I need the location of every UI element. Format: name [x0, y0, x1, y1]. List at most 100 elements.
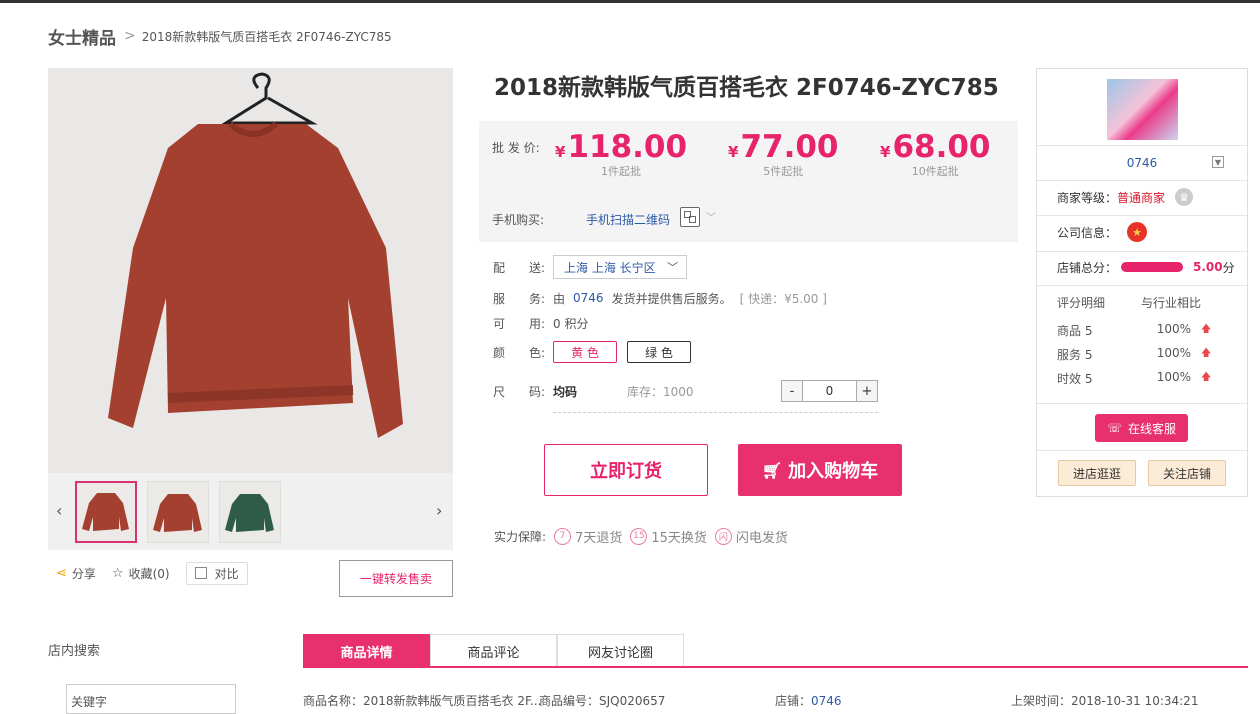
- guarantee-fast-shipping: 闪 闪电发货: [714, 527, 788, 546]
- price-amount: 77.00: [740, 129, 839, 165]
- chevron-left-icon[interactable]: ‹: [56, 501, 62, 520]
- license-seal-icon[interactable]: ★: [1127, 222, 1148, 242]
- dropdown-arrow-icon[interactable]: ▼: [1212, 156, 1224, 168]
- credit-label: 可 用:: [493, 316, 546, 331]
- chevron-right-icon[interactable]: ›: [436, 501, 442, 520]
- rating-score: 5: [1084, 348, 1093, 362]
- rating-name: 服务: [1057, 348, 1082, 362]
- guarantee-text: 闪电发货: [735, 530, 788, 546]
- size-value[interactable]: 均码: [553, 383, 627, 400]
- guarantee-text: 15天换货: [651, 530, 707, 546]
- rating-detail-header: 评分明细: [1057, 296, 1106, 310]
- level-value: 普通商家: [1117, 190, 1166, 205]
- guarantee-row: 实力保障: 7 7天退货 15 15天换货 闪 闪电发货: [494, 526, 788, 546]
- detail-list-time: 上架时间：2018-10-31 10:34:21: [1011, 694, 1199, 708]
- share-icon: ⋖: [56, 565, 67, 581]
- service-text: 发货并提供售后服务。: [611, 291, 732, 306]
- breadcrumb-product: 2018新款韩版气质百搭毛衣 2F0746-ZYC785: [141, 29, 392, 44]
- chevron-down-icon[interactable]: ﹀: [706, 209, 716, 224]
- divider: [553, 412, 878, 413]
- thumbnail-strip: ‹ ›: [48, 473, 453, 550]
- rating-percent: 100%: [1156, 370, 1191, 384]
- keyword-input[interactable]: 关键字: [66, 684, 236, 714]
- rating-percent: 100%: [1156, 346, 1191, 360]
- visit-shop-button[interactable]: 进店逛逛: [1058, 460, 1136, 486]
- shop-search-title: 店内搜索: [48, 644, 101, 659]
- currency-symbol: ¥: [728, 143, 739, 161]
- thumbnail-1[interactable]: [75, 481, 137, 543]
- divider: [1037, 450, 1247, 451]
- exchange-icon: 15: [630, 527, 648, 545]
- mobile-buy-label: 手机购买:: [492, 213, 545, 227]
- shipping-label: 配 送:: [493, 260, 546, 275]
- price-tier-3: ¥68.00 10件起批: [880, 129, 991, 179]
- color-option-green[interactable]: 绿 色: [627, 341, 691, 363]
- divider: [1037, 215, 1247, 216]
- quantity-plus-button[interactable]: +: [857, 381, 877, 401]
- company-label: 公司信息：: [1057, 225, 1118, 240]
- detail-tabs: 商品详情 商品评论 网友讨论圈: [303, 634, 684, 667]
- add-to-cart-label: 加入购物车: [788, 461, 879, 482]
- currency-symbol: ¥: [555, 143, 566, 161]
- shop-level-row: 商家等级： 普通商家 ♛: [1057, 187, 1194, 207]
- shipping-row: 配 送: 上海 上海 长宁区 ﹀: [493, 255, 687, 279]
- shop-score-row: 店铺总分： 5.00 分: [1057, 257, 1235, 277]
- guarantee-text: 7天退货: [575, 530, 623, 546]
- color-option-yellow[interactable]: 黄 色: [553, 341, 617, 363]
- lightning-icon: 闪: [714, 527, 732, 545]
- quantity-stepper: - 0 +: [781, 380, 878, 402]
- score-label: 店铺总分：: [1057, 260, 1118, 275]
- compare-checkbox[interactable]: 对比: [185, 561, 248, 585]
- tab-discussion[interactable]: 网友讨论圈: [557, 634, 684, 667]
- rating-name: 商品: [1057, 324, 1082, 338]
- gallery-actions: ⋖ 分享 ☆ 收藏(0) 对比: [56, 561, 248, 585]
- price-amount: 68.00: [892, 129, 991, 165]
- credit-value: 0 积分: [553, 316, 589, 331]
- express-fee: [ 快递：¥5.00 ]: [739, 291, 827, 306]
- service-row: 服 务: 由 0746 发货并提供售后服务。 [ 快递：¥5.00 ]: [493, 288, 827, 308]
- color-row: 颜 色: 黄 色 绿 色: [493, 340, 701, 364]
- follow-shop-button[interactable]: 关注店铺: [1148, 460, 1226, 486]
- online-service-button[interactable]: ☏ 在线客服: [1095, 414, 1188, 442]
- service-shop-link[interactable]: 0746: [573, 291, 604, 305]
- share-button[interactable]: ⋖ 分享: [56, 565, 96, 582]
- rating-percent: 100%: [1156, 322, 1191, 336]
- quantity-minus-button[interactable]: -: [782, 381, 802, 401]
- chevron-down-icon: ﹀: [667, 261, 678, 274]
- price-tier-1: ¥118.00 1件起批: [555, 129, 687, 179]
- qr-code-icon[interactable]: [680, 207, 700, 227]
- industry-compare-header: 与行业相比: [1141, 296, 1202, 310]
- checkbox-icon: [194, 567, 207, 579]
- add-to-cart-button[interactable]: 🛒︎ 加入购物车: [738, 444, 902, 496]
- sweater-image: [108, 72, 403, 438]
- divider: [1037, 403, 1247, 404]
- tab-product-detail[interactable]: 商品详情: [303, 634, 430, 667]
- mobile-qr-link[interactable]: 手机扫描二维码: [586, 211, 670, 228]
- breadcrumb: 女士精品 > 2018新款韩版气质百搭毛衣 2F0746-ZYC785: [48, 24, 392, 49]
- rating-row-goods: 商品 5 100% 🡅: [1057, 322, 1227, 339]
- service-prefix: 由: [553, 291, 566, 306]
- guarantee-label: 实力保障:: [494, 529, 547, 544]
- thumbnail-2[interactable]: [147, 481, 209, 543]
- breadcrumb-category[interactable]: 女士精品: [48, 24, 116, 49]
- size-label: 尺 码:: [493, 384, 546, 399]
- price-min-qty: 1件起批: [601, 165, 642, 178]
- price-amount: 118.00: [567, 129, 688, 165]
- thumbnail-3[interactable]: [219, 481, 281, 543]
- favorite-button[interactable]: ☆ 收藏(0): [112, 565, 170, 582]
- detail-shop-link[interactable]: 0746: [811, 694, 842, 708]
- quantity-input[interactable]: 0: [802, 381, 857, 401]
- main-product-image[interactable]: [48, 68, 453, 473]
- forward-sell-button[interactable]: 一键转发售卖: [339, 560, 453, 597]
- tab-product-reviews[interactable]: 商品评论: [430, 634, 557, 667]
- stock-count: 库存：1000: [627, 384, 694, 399]
- rating-header: 评分明细 与行业相比: [1057, 294, 1227, 311]
- headset-icon: ☏: [1106, 421, 1122, 435]
- divider: [1037, 180, 1247, 181]
- location-select[interactable]: 上海 上海 长宁区 ﹀: [553, 255, 687, 279]
- arrow-up-icon: 🡅: [1201, 348, 1212, 359]
- shop-logo[interactable]: [1107, 79, 1178, 140]
- price-tier-2: ¥77.00 5件起批: [728, 129, 839, 179]
- product-title: 2018新款韩版气质百搭毛衣 2F0746-ZYC785: [494, 75, 999, 101]
- order-now-button[interactable]: 立即订货: [544, 444, 708, 496]
